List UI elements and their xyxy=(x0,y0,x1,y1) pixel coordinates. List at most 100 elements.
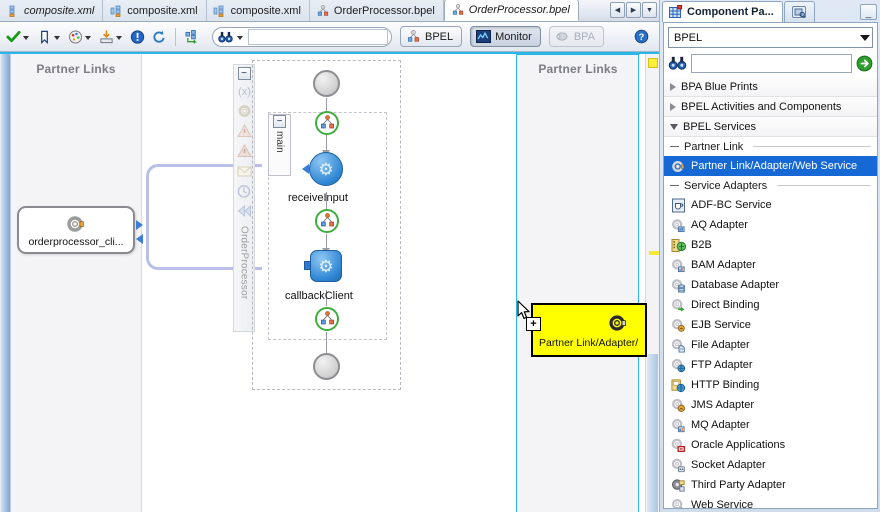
callback-port-icon xyxy=(304,261,311,270)
chevron-down-icon[interactable] xyxy=(670,123,678,130)
palette-item-label: Socket Adapter xyxy=(691,459,766,471)
timer-icon[interactable] xyxy=(235,182,253,200)
scrollbar-thumb[interactable] xyxy=(1,54,10,512)
tab-component-palette[interactable]: Component Pa... xyxy=(662,1,783,22)
deploy-button[interactable] xyxy=(97,27,126,46)
editor-tab-composite-2[interactable]: composite.xml xyxy=(103,0,207,21)
compensate-icon[interactable] xyxy=(235,202,253,220)
tab-next-button[interactable]: ▶ xyxy=(626,2,641,18)
callback-activity-node[interactable]: ⚙ xyxy=(310,250,342,282)
bookmark-button[interactable] xyxy=(35,27,64,46)
palette-item-web-service[interactable]: Web Service xyxy=(664,495,877,508)
scrollbar-thumb[interactable] xyxy=(647,354,658,512)
collapse-button[interactable]: − xyxy=(237,67,251,80)
bpel-editor-canvas[interactable]: Partner Links − (x) OrderProcessor − mai… xyxy=(0,52,659,512)
chevron-right-icon[interactable] xyxy=(670,102,676,111)
palette-group-bpel-services[interactable]: BPEL Services xyxy=(664,117,877,137)
monitor-mode-button[interactable]: Monitor xyxy=(470,26,541,47)
validate-button[interactable] xyxy=(4,27,33,46)
palette-item-mq-adapter[interactable]: MQ Adapter xyxy=(664,415,877,435)
chevron-down-icon[interactable] xyxy=(54,36,60,40)
editor-right-scrollbar[interactable] xyxy=(645,54,659,512)
main-sequence-header[interactable]: − main xyxy=(268,114,291,176)
palette-group-label: BPEL Activities and Components xyxy=(681,100,842,113)
bpel-mode-button[interactable]: BPEL xyxy=(400,26,463,47)
palette-item-oracle-applications[interactable]: Oracle Applications xyxy=(664,435,877,455)
palette-item-bam-adapter[interactable]: BAM Adapter xyxy=(664,255,877,275)
end-event-node[interactable] xyxy=(313,353,340,380)
refresh-button[interactable] xyxy=(149,27,168,46)
tab-resource-palette[interactable] xyxy=(783,1,815,22)
aq-icon xyxy=(671,218,686,233)
palette-item-adf-bc-service[interactable]: ADF-BC Service xyxy=(664,195,877,215)
help-button[interactable]: ? xyxy=(632,27,651,46)
gear-icon: ⚙ xyxy=(318,256,334,276)
toolbar-search-box[interactable] xyxy=(212,26,392,47)
partner-links-lane-left: Partner Links xyxy=(11,54,142,512)
chevron-down-icon[interactable] xyxy=(23,36,29,40)
scrollbar-marker[interactable] xyxy=(648,58,658,68)
scrollbar-marker[interactable] xyxy=(649,251,659,255)
chevron-down-icon[interactable] xyxy=(116,36,122,40)
process-canvas[interactable]: − (x) OrderProcessor − main ⚙ receiveInp… xyxy=(142,54,516,512)
palette-item-http-binding[interactable]: HTTP Binding xyxy=(664,375,877,395)
tab-prev-button[interactable]: ◀ xyxy=(610,2,625,18)
dock-minimize-button[interactable]: _ xyxy=(860,4,877,20)
variables-icon[interactable]: (x) xyxy=(235,82,253,100)
assign-node-2[interactable] xyxy=(315,209,339,233)
palette-group-bpa-blue-prints[interactable]: BPA Blue Prints xyxy=(664,77,877,97)
chevron-down-icon[interactable] xyxy=(860,34,870,41)
chevron-down-icon[interactable] xyxy=(85,36,91,40)
palette-item-file-adapter[interactable]: File Adapter xyxy=(664,335,877,355)
palette-group-bpel-activities[interactable]: BPEL Activities and Components xyxy=(664,97,877,117)
palette-item-aq-adapter[interactable]: AQ Adapter xyxy=(664,215,877,235)
palette-group-label: BPEL Services xyxy=(683,120,756,133)
drag-add-badge: + xyxy=(526,317,541,331)
drag-ghost-partner-link[interactable]: Partner Link/Adapter/ xyxy=(531,303,647,357)
bpa-mode-button[interactable]: BPA xyxy=(548,26,605,47)
palette-item-socket-adapter[interactable]: Socket Adapter xyxy=(664,455,877,475)
appearance-button[interactable] xyxy=(66,27,95,46)
error-button[interactable] xyxy=(128,27,147,46)
receive-activity-node[interactable]: ⚙ xyxy=(309,152,343,186)
technology-combo[interactable]: BPEL xyxy=(668,27,873,48)
gear-icon[interactable] xyxy=(235,102,253,120)
editor-tab-label: OrderProcessor.bpel xyxy=(333,4,435,17)
assign-node-3[interactable] xyxy=(315,307,339,331)
palette-component-list[interactable]: BPA Blue Prints BPEL Activities and Comp… xyxy=(664,77,877,508)
editor-tab-composite-1[interactable]: composite.xml xyxy=(0,0,104,21)
xml-source-button[interactable] xyxy=(183,27,202,46)
mail-icon[interactable] xyxy=(235,162,253,180)
adfbc-icon xyxy=(671,198,686,213)
palette-item-b2b[interactable]: B2B xyxy=(664,235,877,255)
chevron-down-icon[interactable] xyxy=(237,36,243,40)
start-event-node[interactable] xyxy=(313,70,340,97)
palette-search-input[interactable] xyxy=(691,53,852,73)
palette-item-jms-adapter[interactable]: JMS Adapter xyxy=(664,395,877,415)
editor-left-scrollbar[interactable] xyxy=(0,54,11,512)
bpa-mode-label: BPA xyxy=(573,30,596,43)
catch-all-icon[interactable] xyxy=(235,142,253,160)
palette-item-ejb-service[interactable]: EJB Service xyxy=(664,315,877,335)
toolbar-search-input[interactable] xyxy=(248,28,388,45)
jms-icon xyxy=(671,398,686,413)
refresh-icon xyxy=(151,29,166,44)
palette-item-direct-binding[interactable]: Direct Binding xyxy=(664,295,877,315)
flow-connector xyxy=(326,332,327,354)
palette-item-ftp-adapter[interactable]: FTP Adapter xyxy=(664,355,877,375)
chevron-right-icon[interactable] xyxy=(670,82,676,91)
catch-icon[interactable] xyxy=(235,122,253,140)
editor-tab-composite-3[interactable]: composite.xml xyxy=(206,0,310,21)
assign-node-1[interactable] xyxy=(315,111,339,135)
collapse-button[interactable]: − xyxy=(273,115,286,128)
palette-item-third-party-adapter[interactable]: Third Party Adapter xyxy=(664,475,877,495)
binoculars-icon xyxy=(218,29,233,44)
tab-list-button[interactable]: ▼ xyxy=(642,2,657,18)
add-component-icon[interactable] xyxy=(856,55,873,72)
palette-item-database-adapter[interactable]: Database Adapter xyxy=(664,275,877,295)
partner-link-node[interactable]: orderprocessor_cli... xyxy=(17,206,135,254)
http-icon xyxy=(671,378,686,393)
editor-tab-bpel-1[interactable]: OrderProcessor.bpel xyxy=(309,0,444,21)
palette-item-partner-link-adapter-web-service[interactable]: Partner Link/Adapter/Web Service xyxy=(664,156,877,176)
editor-tab-bpel-2-active[interactable]: OrderProcessor.bpel xyxy=(443,0,579,21)
